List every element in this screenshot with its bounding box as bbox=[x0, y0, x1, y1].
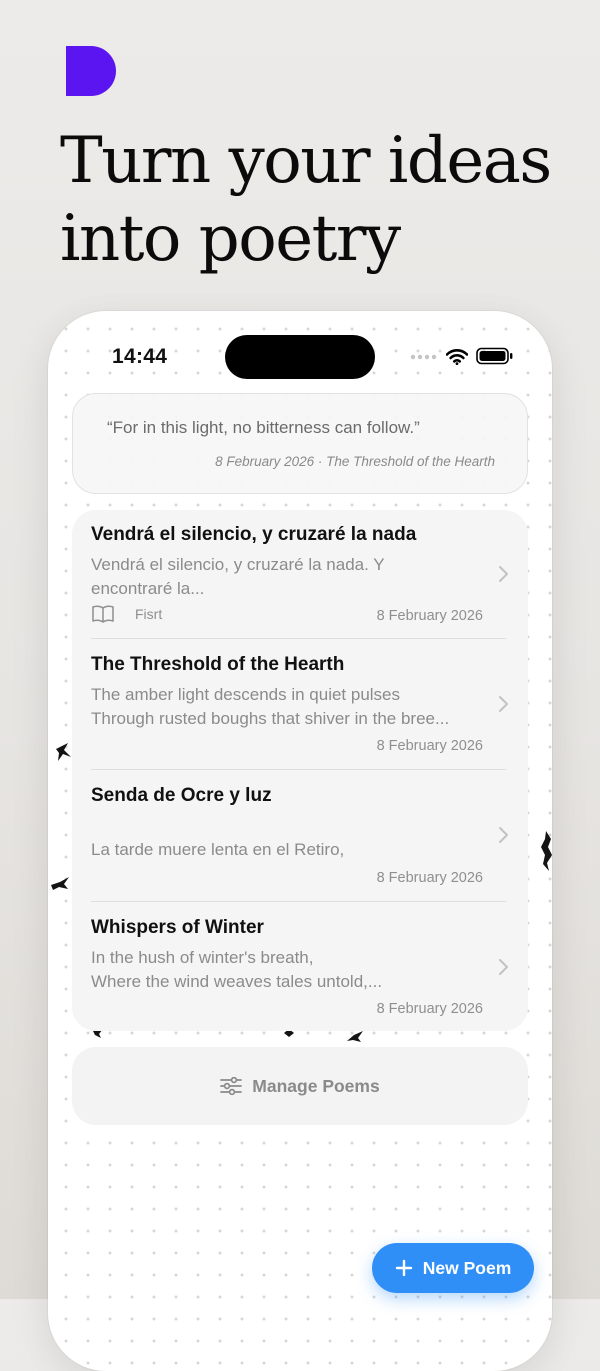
new-poem-label: New Poem bbox=[422, 1257, 512, 1278]
phone-screen: 14:44 “For in this light, no bitterness … bbox=[48, 311, 552, 1371]
chevron-right-icon bbox=[499, 696, 508, 712]
poem-list-item[interactable]: The Threshold of the Hearth The amber li… bbox=[72, 639, 528, 770]
bird-silhouette-icon bbox=[56, 743, 71, 761]
bird-silhouette-icon bbox=[347, 1031, 363, 1042]
poem-excerpt-line: In the hush of winter's breath, bbox=[91, 948, 314, 967]
poem-date: 8 February 2026 bbox=[376, 738, 483, 754]
poem-list-item[interactable]: Senda de Ocre y luz La tarde muere lenta… bbox=[72, 770, 528, 901]
chevron-right-icon bbox=[499, 827, 508, 843]
quote-meta: 8 February 2026 · The Threshold of the H… bbox=[215, 454, 495, 469]
bird-silhouette-icon bbox=[541, 831, 552, 871]
new-poem-button[interactable]: New Poem bbox=[372, 1243, 534, 1293]
chevron-right-icon bbox=[499, 566, 508, 582]
poem-list-item[interactable]: Whispers of Winter In the hush of winter… bbox=[72, 902, 528, 1031]
poem-date: 8 February 2026 bbox=[376, 870, 483, 886]
battery-icon bbox=[476, 347, 513, 365]
status-time: 14:44 bbox=[112, 345, 168, 368]
poem-title: The Threshold of the Hearth bbox=[91, 654, 345, 675]
poem-title: Whispers of Winter bbox=[91, 917, 264, 938]
status-icons bbox=[410, 347, 514, 365]
poem-excerpt-line: La tarde muere lenta en el Retiro, bbox=[91, 840, 345, 859]
chevron-right-icon bbox=[499, 959, 508, 975]
manage-poems-button[interactable]: Manage Poems bbox=[72, 1047, 528, 1125]
poem-excerpt-line: Through rusted boughs that shiver in the… bbox=[91, 709, 450, 728]
dynamic-island bbox=[225, 335, 375, 379]
bird-silhouette-icon bbox=[51, 877, 69, 890]
poem-excerpt-line: Vendrá el silencio, y cruzaré la nada. Y bbox=[91, 555, 385, 574]
poem-excerpt-line: Where the wind weaves tales untold,... bbox=[91, 972, 383, 991]
poem-title: Senda de Ocre y luz bbox=[91, 785, 272, 806]
quote-text: “For in this light, no bitterness can fo… bbox=[107, 418, 420, 437]
brand-logo bbox=[66, 46, 116, 96]
signal-icon bbox=[410, 354, 437, 360]
poem-excerpt-line: encontraré la... bbox=[91, 579, 205, 598]
manage-poems-label: Manage Poems bbox=[252, 1075, 380, 1096]
headline-line-2: into poetry bbox=[60, 202, 401, 276]
page-headline: Turn your ideas into poetry bbox=[60, 122, 580, 278]
poem-title: Vendrá el silencio, y cruzaré la nada bbox=[91, 524, 417, 545]
plus-icon bbox=[395, 1259, 412, 1277]
poem-tag-label: Fisrt bbox=[135, 606, 163, 622]
headline-line-1: Turn your ideas bbox=[60, 124, 552, 198]
poem-list-item[interactable]: Vendrá el silencio, y cruzaré la nada Ve… bbox=[72, 510, 528, 639]
daily-quote-card[interactable]: “For in this light, no bitterness can fo… bbox=[72, 393, 528, 494]
poem-tag: Fisrt bbox=[91, 605, 162, 623]
poem-date: 8 February 2026 bbox=[376, 608, 483, 624]
poem-list: Vendrá el silencio, y cruzaré la nada Ve… bbox=[72, 510, 528, 1031]
sliders-icon bbox=[220, 1077, 243, 1095]
poem-excerpt-line: The amber light descends in quiet pulses bbox=[91, 685, 401, 704]
wifi-icon bbox=[446, 348, 468, 365]
book-icon bbox=[92, 605, 114, 623]
poem-date: 8 February 2026 bbox=[376, 1001, 483, 1017]
